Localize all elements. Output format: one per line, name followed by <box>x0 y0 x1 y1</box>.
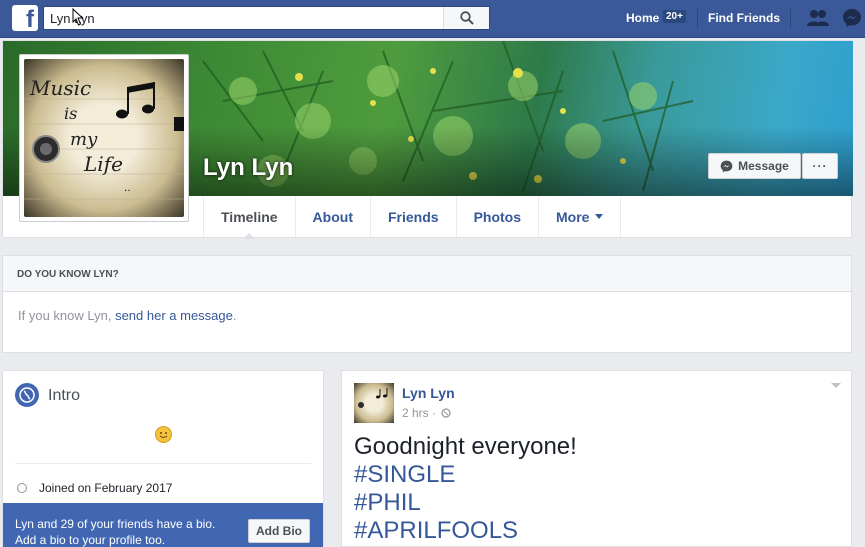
search-button[interactable] <box>443 7 489 29</box>
profile-name[interactable]: Lyn Lyn <box>203 154 293 182</box>
post-time-text: 2 hrs · <box>402 406 437 420</box>
post-timestamp[interactable]: 2 hrs · <box>402 406 451 420</box>
hashtag-link[interactable]: #PHIL <box>354 489 577 517</box>
timeline-post: Lyn Lyn 2 hrs · Goodnight everyone! #SIN… <box>341 370 852 547</box>
messenger-icon[interactable] <box>842 8 862 28</box>
post-options-chevron-icon[interactable] <box>831 383 841 388</box>
tab-friends[interactable]: Friends <box>369 196 456 238</box>
more-options-button[interactable]: ··· <box>802 153 838 179</box>
facebook-logo-icon[interactable]: f <box>12 5 38 31</box>
post-author-name[interactable]: Lyn Lyn <box>402 385 455 401</box>
tab-photos[interactable]: Photos <box>455 196 538 238</box>
tab-more[interactable]: More <box>538 196 622 238</box>
bio-prompt-line: Add a bio to your profile too. <box>15 533 166 547</box>
intro-title: Intro <box>48 387 81 404</box>
smiley-emoji-icon <box>155 426 172 443</box>
do-you-know-heading: DO YOU KNOW LYN? <box>3 256 851 292</box>
nav-home-link[interactable]: Home <box>626 11 659 25</box>
search-icon <box>459 11 474 25</box>
privacy-globe-icon[interactable] <box>441 408 451 418</box>
clock-icon <box>17 483 27 493</box>
post-author-avatar[interactable] <box>354 383 394 423</box>
nav-divider <box>697 9 698 29</box>
active-tab-indicator <box>243 233 256 239</box>
bio-prompt-text: Lyn and 29 of your friends have a bio. A… <box>15 516 215 547</box>
message-button[interactable]: Message <box>708 153 801 179</box>
photo-text-is: is <box>64 104 77 123</box>
tab-label: Friends <box>387 209 439 225</box>
divider <box>15 463 311 464</box>
home-notification-badge: 20+ <box>663 10 686 23</box>
photo-text-my: my <box>70 129 98 150</box>
search-bar[interactable]: Lyn Lyn <box>43 6 490 30</box>
message-button-label: Message <box>738 159 789 173</box>
send-message-link[interactable]: send her a message <box>115 308 233 323</box>
do-you-know-body: If you know Lyn, send her a message. <box>3 292 851 339</box>
friend-requests-icon[interactable] <box>806 8 830 28</box>
nav-divider <box>790 9 791 29</box>
chevron-down-icon <box>595 214 604 219</box>
hashtag-link[interactable]: #SINGLE <box>354 461 577 489</box>
joined-date: Joined on February 2017 <box>39 481 173 495</box>
post-content: Goodnight everyone! #SINGLE #PHIL #APRIL… <box>354 433 577 545</box>
profile-picture[interactable]: Music is my Life .. <box>19 54 189 222</box>
do-you-know-suffix: . <box>232 308 237 323</box>
tab-label: More <box>556 209 590 225</box>
tab-label: About <box>312 209 353 225</box>
bio-prompt-line: Lyn and 29 of your friends have a bio. <box>15 517 216 531</box>
mouse-cursor-icon <box>72 8 84 26</box>
nav-find-friends-link[interactable]: Find Friends <box>708 11 780 25</box>
hashtag-link[interactable]: #APRILFOOLS <box>354 517 577 545</box>
top-navigation-bar: f Lyn Lyn Home 20+ Find Friends <box>0 0 865 38</box>
profile-picture-image: Music is my Life .. <box>24 59 184 217</box>
add-bio-prompt: Lyn and 29 of your friends have a bio. A… <box>3 503 323 547</box>
svg-text:..: .. <box>124 180 131 194</box>
messenger-icon <box>720 160 733 172</box>
post-message: Goodnight everyone! <box>354 433 577 460</box>
add-bio-button[interactable]: Add Bio <box>248 519 310 543</box>
photo-text-life: Life <box>83 152 123 176</box>
music-is-my-life-artwork: Music is my Life .. <box>24 76 184 200</box>
tab-about[interactable]: About <box>294 196 370 238</box>
profile-tabs: Timeline About Friends Photos More <box>203 196 622 239</box>
intro-card: Intro Joined on February 2017 Lyn and 29… <box>2 370 324 547</box>
globe-icon <box>15 383 39 407</box>
do-you-know-text: If you know Lyn, <box>18 308 116 323</box>
profile-header-card: Music is my Life .. Lyn Lyn Message ··· … <box>2 40 853 239</box>
tab-label: Photos <box>473 209 522 225</box>
tab-label: Timeline <box>221 209 278 225</box>
do-you-know-card: DO YOU KNOW LYN? If you know Lyn, send h… <box>2 255 852 353</box>
tab-timeline[interactable]: Timeline <box>203 196 295 239</box>
music-notes-icon <box>116 82 184 131</box>
photo-text-music: Music <box>29 76 91 100</box>
